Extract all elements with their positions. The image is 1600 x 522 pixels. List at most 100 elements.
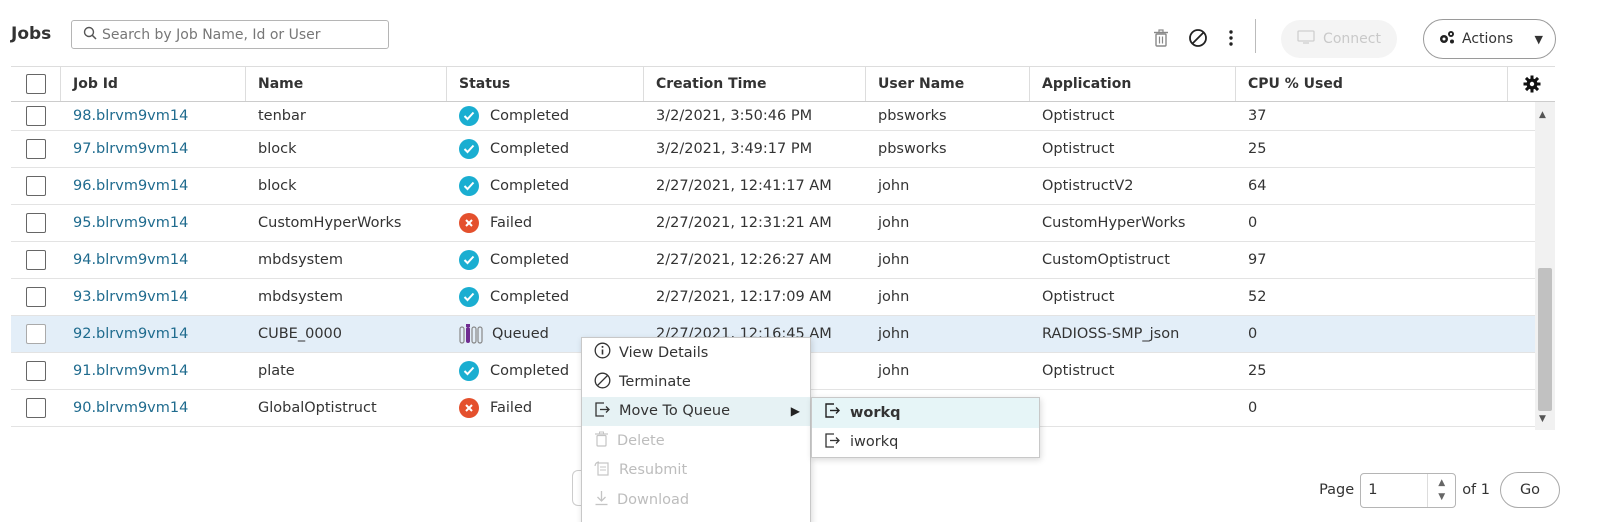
check-circle-icon: [459, 361, 479, 381]
scroll-down-arrow-icon[interactable]: ▼: [1539, 414, 1546, 424]
search-icon: [83, 26, 97, 44]
vertical-scrollbar[interactable]: ▲ ▼: [1535, 102, 1555, 430]
user-name: pbsworks: [878, 108, 947, 124]
job-id-link[interactable]: 96.blrvm9vm14: [61, 168, 246, 204]
table-row[interactable]: 96.blrvm9vm14 block Completed 2/27/2021,…: [11, 168, 1535, 205]
cpu-used: 97: [1248, 252, 1267, 268]
row-checkbox[interactable]: [26, 250, 46, 270]
submenu-item-label: workq: [850, 404, 901, 421]
submenu-item-workq[interactable]: workq: [812, 398, 1039, 428]
move-queue-icon: [824, 432, 841, 453]
job-id-link[interactable]: 90.blrvm9vm14: [61, 390, 246, 426]
job-name: GlobalOptistruct: [258, 400, 377, 416]
ban-icon[interactable]: [1187, 26, 1209, 50]
user-name: john: [878, 215, 910, 231]
go-button[interactable]: Go: [1500, 472, 1560, 508]
user-name: pbsworks: [878, 141, 947, 157]
status-text: Failed: [490, 400, 533, 416]
page-number-input[interactable]: 1 ▲ ▼: [1360, 472, 1457, 508]
column-settings-gear-icon[interactable]: [1508, 67, 1555, 101]
user-name: john: [878, 252, 910, 268]
creation-time: 2/27/2021, 12:26:27 AM: [656, 252, 832, 268]
download-icon: [594, 490, 609, 510]
menu-item-terminate[interactable]: Terminate: [582, 367, 810, 396]
row-checkbox[interactable]: [26, 106, 46, 126]
menu-item-label: Resubmit: [619, 462, 688, 479]
submenu-item-iworkq[interactable]: iworkq: [812, 428, 1039, 458]
actions-label: Actions: [1462, 31, 1514, 47]
page-stepper[interactable]: ▲ ▼: [1427, 473, 1455, 507]
job-id-link[interactable]: 97.blrvm9vm14: [61, 131, 246, 167]
row-checkbox[interactable]: [26, 176, 46, 196]
ban-icon: [594, 372, 611, 393]
table-row[interactable]: 93.blrvm9vm14 mbdsystem Completed 2/27/2…: [11, 279, 1535, 316]
row-checkbox[interactable]: [26, 213, 46, 233]
row-checkbox[interactable]: [26, 361, 46, 381]
job-name: plate: [258, 363, 295, 379]
gears-icon: [1438, 29, 1456, 49]
status-text: Failed: [490, 215, 533, 231]
cpu-used: 0: [1248, 400, 1258, 416]
pagination: Page 1 ▲ ▼ of 1 Go: [1319, 472, 1560, 508]
job-id-link[interactable]: 92.blrvm9vm14: [61, 316, 246, 352]
menu-item-view-details[interactable]: View Details: [582, 338, 810, 367]
job-id-link[interactable]: 94.blrvm9vm14: [61, 242, 246, 278]
select-all-checkbox[interactable]: [25, 74, 46, 94]
table-row[interactable]: 94.blrvm9vm14 mbdsystem Completed 2/27/2…: [11, 242, 1535, 279]
job-id-link[interactable]: 98.blrvm9vm14: [61, 102, 246, 130]
table-row[interactable]: 98.blrvm9vm14 tenbar Completed 3/2/2021,…: [11, 102, 1535, 131]
row-checkbox[interactable]: [26, 398, 46, 418]
scrollbar-thumb[interactable]: [1538, 268, 1552, 411]
status-text: Queued: [492, 326, 549, 342]
column-header-creation-time[interactable]: Creation Time: [644, 67, 866, 101]
user-name: john: [878, 363, 910, 379]
more-vertical-icon[interactable]: [1220, 26, 1242, 50]
check-circle-icon: [459, 106, 479, 126]
column-header-job-id[interactable]: Job Id: [61, 67, 246, 101]
application: OptistructV2: [1042, 178, 1134, 194]
select-all-cell: [11, 67, 61, 101]
cpu-used: 37: [1248, 108, 1267, 124]
stepper-down-icon[interactable]: ▼: [1438, 490, 1445, 504]
actions-button[interactable]: Actions ▼: [1423, 19, 1556, 59]
page-number-value: 1: [1368, 482, 1378, 498]
status-text: Completed: [490, 363, 570, 379]
application: Optistruct: [1042, 108, 1115, 124]
job-name: CUBE_0000: [258, 326, 342, 342]
trash-icon: [594, 431, 609, 451]
column-header-status[interactable]: Status: [447, 67, 644, 101]
menu-item-move-to-queue[interactable]: Move To Queue ▶: [582, 396, 810, 427]
column-header-user-name[interactable]: User Name: [866, 67, 1030, 101]
row-checkbox[interactable]: [26, 139, 46, 159]
job-id-link[interactable]: 95.blrvm9vm14: [61, 205, 246, 241]
row-checkbox[interactable]: [26, 324, 46, 344]
column-header-application[interactable]: Application: [1030, 67, 1236, 101]
job-name: block: [258, 141, 297, 157]
application: Optistruct: [1042, 141, 1115, 157]
table-row[interactable]: 95.blrvm9vm14 CustomHyperWorks Failed 2/…: [11, 205, 1535, 242]
connect-button[interactable]: Connect: [1281, 20, 1397, 58]
submenu-arrow-icon: ▶: [790, 404, 800, 419]
row-checkbox[interactable]: [26, 287, 46, 307]
table-row[interactable]: 97.blrvm9vm14 block Completed 3/2/2021, …: [11, 131, 1535, 168]
toolbar-divider: [1255, 19, 1256, 53]
user-name: john: [878, 289, 910, 305]
move-queue-icon: [824, 402, 841, 423]
column-header-name[interactable]: Name: [246, 67, 447, 101]
info-icon: [594, 342, 611, 363]
search-box[interactable]: [71, 20, 389, 49]
application: RADIOSS-SMP_json: [1042, 326, 1180, 342]
stepper-up-icon[interactable]: ▲: [1438, 476, 1445, 490]
check-circle-icon: [459, 139, 479, 159]
status-text: Completed: [490, 252, 570, 268]
cpu-used: 64: [1248, 178, 1267, 194]
column-header-cpu-used[interactable]: CPU % Used: [1236, 67, 1508, 101]
job-name: block: [258, 178, 297, 194]
menu-item-label: Terminate: [619, 374, 691, 391]
application: [1030, 390, 1236, 426]
job-id-link[interactable]: 93.blrvm9vm14: [61, 279, 246, 315]
trash-icon[interactable]: [1150, 26, 1172, 50]
search-input[interactable]: [102, 26, 382, 43]
scroll-up-arrow-icon[interactable]: ▲: [1539, 110, 1546, 120]
job-id-link[interactable]: 91.blrvm9vm14: [61, 353, 246, 389]
